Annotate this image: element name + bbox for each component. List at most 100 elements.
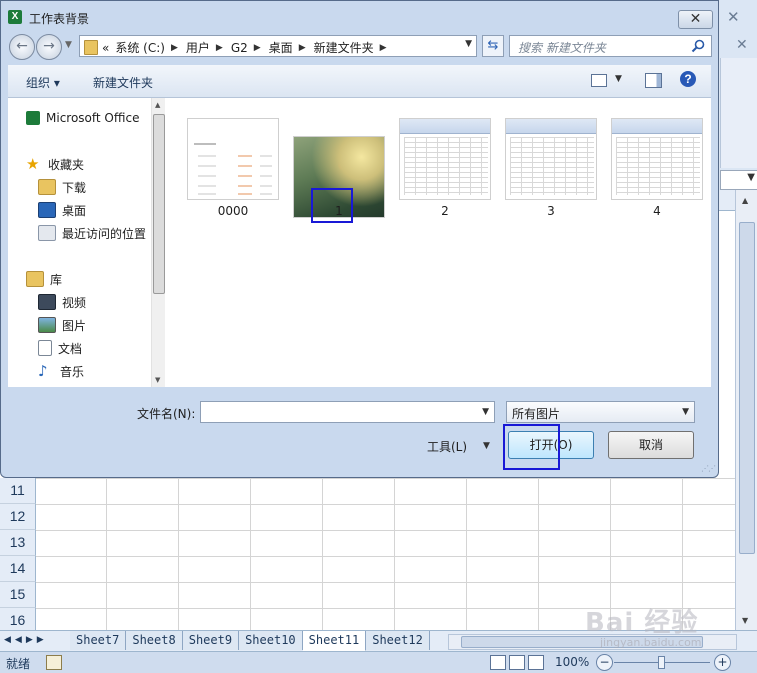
forward-button[interactable]: → — [36, 34, 62, 60]
breadcrumb-item[interactable]: 新建文件夹 — [314, 39, 374, 56]
nav-item-pictures[interactable]: 图片 — [38, 315, 86, 335]
new-folder-button[interactable]: 新建文件夹 — [93, 74, 153, 91]
file-type-select[interactable]: 所有图片 ▼ — [506, 401, 695, 423]
chevron-right-icon[interactable]: ▶ — [254, 43, 261, 53]
scroll-down-icon[interactable]: ▼ — [742, 616, 748, 625]
chevron-right-icon[interactable]: ▶ — [299, 43, 306, 53]
organize-button[interactable]: 组织 ▾ — [26, 74, 60, 91]
address-bar[interactable]: « 系统 (C:) ▶ 用户 ▶ G2 ▶ 桌面 ▶ 新建文件夹 ▶ ▼ — [79, 35, 477, 57]
sheet-tab[interactable]: Sheet7 — [70, 631, 127, 650]
nav-item-music[interactable]: ♪ 音乐 — [38, 361, 84, 381]
nav-item-documents[interactable]: 文档 — [38, 338, 82, 358]
breadcrumb-item[interactable]: 桌面 — [269, 39, 293, 56]
nav-pane-scrollbar[interactable]: ▲ ▼ — [151, 98, 165, 387]
back-button[interactable]: ← — [9, 34, 35, 60]
resize-grip-icon[interactable]: ⋰⋰ — [701, 464, 716, 473]
star-icon: ★ — [26, 155, 40, 173]
row-header[interactable]: 15 — [0, 582, 36, 608]
dialog-titlebar[interactable]: X 工作表背景 ✕ — [1, 1, 718, 31]
breadcrumb-item[interactable]: 用户 — [186, 39, 210, 56]
chevron-right-icon[interactable]: ▶ — [380, 43, 387, 53]
zoom-level[interactable]: 100% — [555, 655, 589, 669]
normal-view-icon[interactable] — [490, 655, 506, 670]
breadcrumb-item[interactable]: 系统 (C:) — [115, 39, 165, 56]
address-dropdown-icon[interactable]: ▼ — [465, 39, 472, 49]
nav-label: 收藏夹 — [48, 157, 85, 172]
row-header[interactable]: 11 — [0, 478, 36, 504]
nav-item-libraries[interactable]: 库 — [26, 269, 62, 289]
nav-item-videos[interactable]: 视频 — [38, 292, 86, 312]
nav-label: 桌面 — [62, 203, 87, 218]
sheet-tab[interactable]: Sheet8 — [126, 631, 183, 650]
macro-record-icon[interactable] — [46, 655, 62, 670]
page-break-view-icon[interactable] — [528, 655, 544, 670]
sheet-tabs: Sheet7 Sheet8 Sheet9 Sheet10 Sheet11 She… — [70, 631, 430, 651]
chevron-right-icon[interactable]: ▶ — [216, 43, 223, 53]
page-layout-view-icon[interactable] — [509, 655, 525, 670]
dialog-close-button[interactable]: ✕ — [678, 10, 713, 29]
chevron-down-icon: ▼ — [747, 172, 755, 183]
scroll-up-icon[interactable]: ▲ — [742, 196, 748, 205]
row-header[interactable]: 14 — [0, 556, 36, 582]
refresh-button[interactable]: ⇆ — [482, 35, 504, 57]
zoom-slider-handle[interactable] — [658, 656, 665, 669]
recent-places-icon — [38, 225, 56, 241]
recent-pages-dropdown-icon[interactable]: ▼ — [65, 40, 72, 50]
view-options-dropdown-icon[interactable]: ▼ — [615, 74, 622, 84]
excel-icon — [26, 111, 40, 125]
nav-item-downloads[interactable]: 下载 — [38, 177, 86, 197]
workbook-close-icon[interactable]: ✕ — [736, 37, 748, 53]
scroll-up-icon[interactable]: ▲ — [155, 101, 160, 109]
scroll-thumb[interactable] — [739, 222, 755, 554]
music-note-icon: ♪ — [38, 362, 48, 380]
row-header[interactable]: 16 — [0, 608, 36, 631]
formula-bar-expand[interactable]: ▼ — [720, 170, 757, 190]
filename-input[interactable]: ▼ — [200, 401, 495, 423]
breadcrumb-item[interactable]: G2 — [231, 41, 248, 55]
zoom-in-icon[interactable]: + — [714, 654, 731, 671]
tools-menu[interactable]: 工具(L) — [427, 438, 467, 455]
preview-pane-icon[interactable] — [645, 73, 662, 88]
sheet-tab[interactable]: Sheet10 — [239, 631, 303, 650]
scroll-thumb[interactable] — [153, 114, 165, 294]
tools-dropdown-icon[interactable]: ▼ — [483, 441, 490, 451]
sheet-tab-active[interactable]: Sheet11 — [302, 631, 367, 651]
cancel-button[interactable]: 取消 — [608, 431, 694, 459]
scroll-down-icon[interactable]: ▼ — [155, 376, 160, 384]
nav-item-desktop[interactable]: 桌面 — [38, 200, 86, 220]
pictures-icon — [38, 317, 56, 333]
zoom-out-icon[interactable]: − — [596, 654, 613, 671]
status-text: 就绪 — [6, 657, 31, 671]
view-buttons — [490, 655, 544, 670]
nav-item-favorites[interactable]: ★ 收藏夹 — [26, 154, 84, 174]
row-header[interactable]: 12 — [0, 504, 36, 530]
excel-close-icon[interactable]: ✕ — [727, 8, 740, 26]
vertical-scrollbar[interactable]: ▲ ▼ — [735, 190, 757, 630]
help-icon[interactable]: ? — [680, 71, 696, 87]
search-input[interactable]: 搜索 新建文件夹 — [509, 35, 712, 57]
file-name: 0000 — [217, 204, 249, 218]
file-thumbnail — [611, 118, 703, 200]
row-header[interactable]: 13 — [0, 530, 36, 556]
nav-item-recent-places[interactable]: 最近访问的位置 — [38, 223, 146, 243]
nav-item-microsoft-office[interactable]: Microsoft Office — [26, 108, 139, 128]
sheet-tab[interactable]: Sheet12 — [366, 631, 430, 650]
filename-label: 文件名(N): — [137, 407, 196, 421]
change-view-icon[interactable] — [591, 74, 607, 87]
search-icon[interactable] — [691, 39, 705, 53]
file-list: 0000 1 2 3 4 — [165, 98, 711, 387]
excel-ribbon — [720, 58, 757, 168]
sheet-background-dialog: X 工作表背景 ✕ ← → ▼ « 系统 (C:) ▶ 用户 ▶ G2 ▶ 桌面… — [0, 0, 719, 478]
sheet-nav-icons[interactable]: ◀◀▶▶ — [4, 635, 48, 645]
chevron-right-icon[interactable]: ▶ — [171, 43, 178, 53]
downloads-folder-icon — [38, 179, 56, 195]
nav-label: 视频 — [62, 295, 87, 310]
desktop-icon — [38, 202, 56, 218]
chevron-down-icon[interactable]: ▼ — [482, 407, 489, 417]
sheet-tab[interactable]: Sheet9 — [182, 631, 240, 650]
nav-label: 文档 — [58, 341, 83, 356]
nav-label: Microsoft Office — [46, 111, 140, 125]
watermark-logo: Bai 经验 — [585, 608, 699, 638]
watermark-url: jingyan.baidu.com — [600, 636, 702, 649]
breadcrumb-overflow[interactable]: « — [102, 41, 109, 55]
